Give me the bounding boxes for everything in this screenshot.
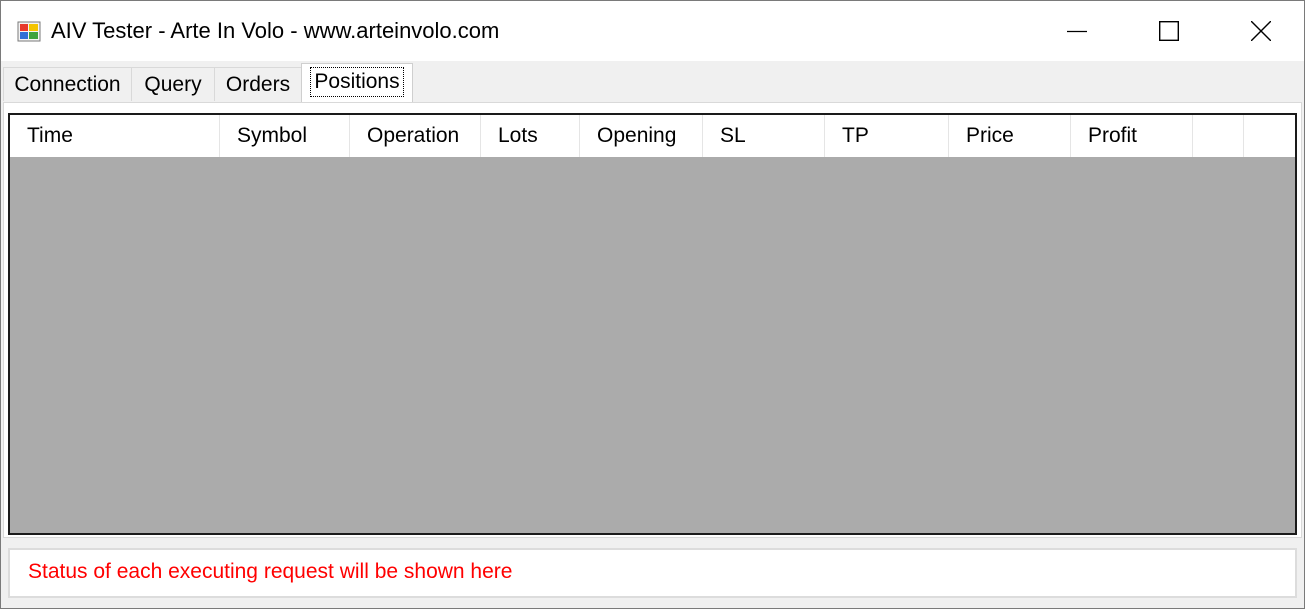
column-header-price[interactable]: Price: [949, 115, 1071, 157]
column-header-blank-2[interactable]: [1244, 115, 1295, 157]
status-message: Status of each executing request will be…: [28, 560, 513, 583]
tab-query[interactable]: Query: [131, 67, 215, 101]
tab-connection[interactable]: Connection: [3, 67, 132, 101]
title-bar[interactable]: AIV Tester - Arte In Volo - www.arteinvo…: [1, 1, 1304, 61]
close-icon: [1251, 21, 1271, 41]
tab-label: Positions: [310, 67, 404, 97]
positions-list[interactable]: Time Symbol Operation Lots Opening SL TP…: [8, 113, 1297, 535]
column-header-profit[interactable]: Profit: [1071, 115, 1193, 157]
column-header-lots[interactable]: Lots: [481, 115, 580, 157]
column-header-blank-1[interactable]: [1193, 115, 1244, 157]
window-title: AIV Tester - Arte In Volo - www.arteinvo…: [51, 18, 500, 43]
app-icon: [17, 21, 41, 42]
tab-label: Connection: [14, 73, 121, 96]
close-button[interactable]: [1215, 1, 1304, 61]
column-header-opening[interactable]: Opening: [580, 115, 703, 157]
tab-positions[interactable]: Positions: [301, 63, 413, 103]
app-window: AIV Tester - Arte In Volo - www.arteinvo…: [0, 0, 1305, 609]
column-header-tp[interactable]: TP: [825, 115, 949, 157]
column-header-sl[interactable]: SL: [703, 115, 825, 157]
maximize-button[interactable]: [1123, 1, 1215, 61]
column-header-time[interactable]: Time: [10, 115, 220, 157]
column-header-symbol[interactable]: Symbol: [220, 115, 350, 157]
tab-label: Query: [144, 73, 202, 96]
minimize-button[interactable]: [1031, 1, 1123, 61]
tab-strip: Connection Query Orders Positions: [1, 61, 1304, 103]
column-header-operation[interactable]: Operation: [350, 115, 481, 157]
maximize-icon: [1159, 21, 1179, 41]
tab-orders[interactable]: Orders: [214, 67, 302, 101]
positions-list-header: Time Symbol Operation Lots Opening SL TP…: [10, 115, 1295, 157]
tab-label: Orders: [225, 73, 291, 96]
status-box: Status of each executing request will be…: [8, 548, 1297, 598]
minimize-icon: [1067, 30, 1087, 33]
